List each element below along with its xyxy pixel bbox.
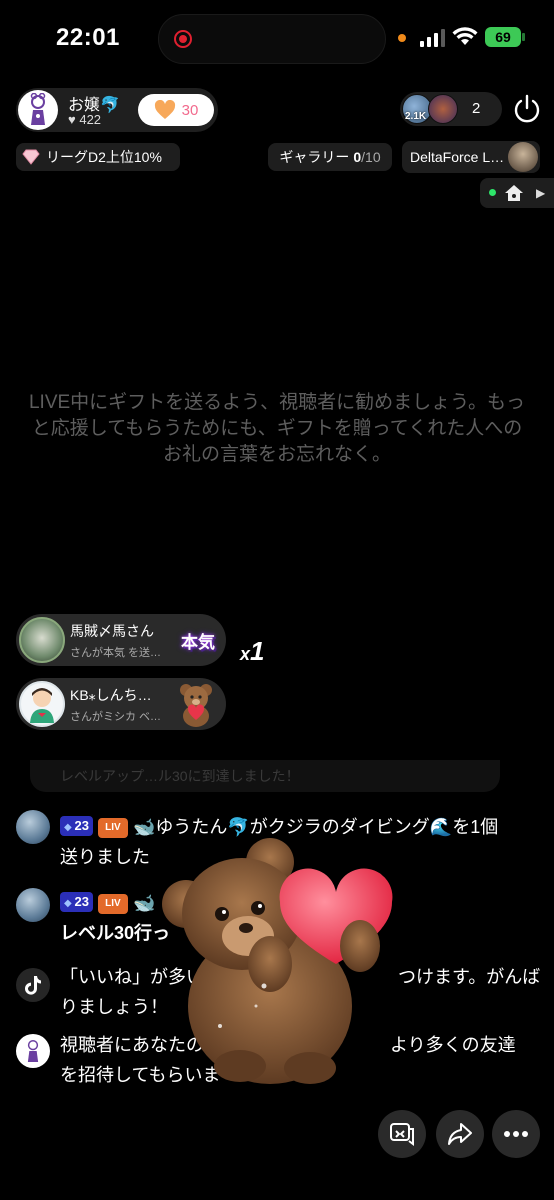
league-label: リーグD2上位10% (46, 149, 162, 165)
status-bar: 22:01 69 (0, 0, 554, 76)
chat-text-line: りましょう！ (60, 997, 168, 1017)
host-likes-count: 422 (79, 112, 102, 127)
share-button[interactable] (436, 1110, 484, 1158)
bear-heart-gift-animation (162, 838, 393, 1084)
viewer-badge: 2.1K (405, 111, 427, 122)
signal-icon (420, 29, 445, 47)
power-icon[interactable] (512, 94, 542, 124)
commenter-avatar[interactable] (16, 810, 50, 844)
wifi-icon (452, 27, 478, 45)
gift-hint-text: LIVE中にギフトを送るよう、視聴者に勧めましょう。もっと応援してもらうためにも… (28, 392, 526, 465)
gifter-name: 馬賊〆馬さん (70, 623, 154, 639)
chevron-right-icon: ▶ (536, 186, 546, 200)
follow-button[interactable]: 30 (138, 94, 214, 126)
dynamic-island (158, 14, 386, 64)
gifter-name: KB⁎しんち… (70, 687, 152, 703)
commenter-avatar[interactable] (16, 888, 50, 922)
gallery-total: /10 (361, 149, 381, 165)
share-icon (448, 1123, 472, 1145)
online-dot-icon (489, 189, 496, 196)
gift-description: さんが本気 を送… (70, 647, 162, 659)
mic-indicator-icon (398, 34, 406, 42)
live-badge: LIV (97, 894, 128, 914)
gallery-pill[interactable]: ギャラリー 0 /10 (268, 143, 392, 171)
heart-icon (154, 100, 175, 119)
comment-button[interactable] (378, 1110, 426, 1158)
game-pill[interactable]: DeltaForce L… (402, 141, 540, 173)
chat-text-line: 🐋ゆうたん🐬がクジラのダイビング🌊を1個 (132, 817, 499, 837)
level-badge: 23 (60, 816, 93, 836)
chat-icon (390, 1123, 414, 1146)
gallery-count: 0 (353, 149, 362, 165)
more-button[interactable] (492, 1110, 540, 1158)
chat-text-line: より多くの友達 (390, 1035, 516, 1055)
level-badge: 23 (60, 892, 93, 912)
avatar-character-icon (30, 688, 54, 723)
home-icon (505, 185, 523, 201)
league-pill[interactable]: リーグD2上位10% (16, 143, 180, 171)
viewer-count: 2 (472, 100, 481, 117)
gifter-avatar[interactable] (19, 681, 65, 727)
chat-text-line: 🐋 (132, 893, 156, 913)
gift-description: さんがミシカ ベ… (70, 711, 162, 723)
diamond-icon (22, 149, 40, 165)
host-avatar-small (16, 1034, 50, 1068)
chat-text-line: つけます。がんば (398, 967, 541, 987)
faded-banner: レベルアップ…ル30に到達しました！ (30, 760, 500, 792)
avatar-character-icon (30, 93, 46, 125)
viewer-list[interactable]: 2.1K 2 (400, 92, 502, 126)
honki-gift-sticker: 本気 (181, 632, 215, 652)
combo-prefix: x (240, 644, 251, 664)
game-thumbnail (508, 142, 538, 172)
recording-icon (174, 30, 192, 48)
more-icon (504, 1131, 528, 1137)
gallery-label: ギャラリー (279, 149, 350, 165)
explore-pill[interactable]: ▶ (480, 178, 554, 208)
combo-count: 1 (250, 636, 265, 666)
host-likes: ♥ 422 (68, 112, 102, 127)
chat-text-line: レベル30行っ (60, 923, 171, 943)
avatar-character-icon (27, 1039, 39, 1062)
viewer-avatar[interactable] (428, 94, 458, 124)
bear-gift-icon (180, 684, 212, 727)
clock: 22:01 (56, 24, 120, 51)
host-card[interactable]: お嬢🐬 ♥ 422 30 (16, 88, 218, 132)
gifter-avatar[interactable] (19, 617, 65, 663)
game-label: DeltaForce L… (410, 149, 505, 165)
follow-count: 30 (181, 101, 199, 119)
battery-indicator: 69 (485, 27, 525, 47)
host-avatar[interactable] (18, 90, 58, 130)
tiktok-icon (16, 968, 50, 1002)
chat-text-line: 送りました (60, 847, 150, 867)
live-badge: LIV (97, 818, 128, 838)
gift-combo-counter: x1 (240, 636, 264, 667)
